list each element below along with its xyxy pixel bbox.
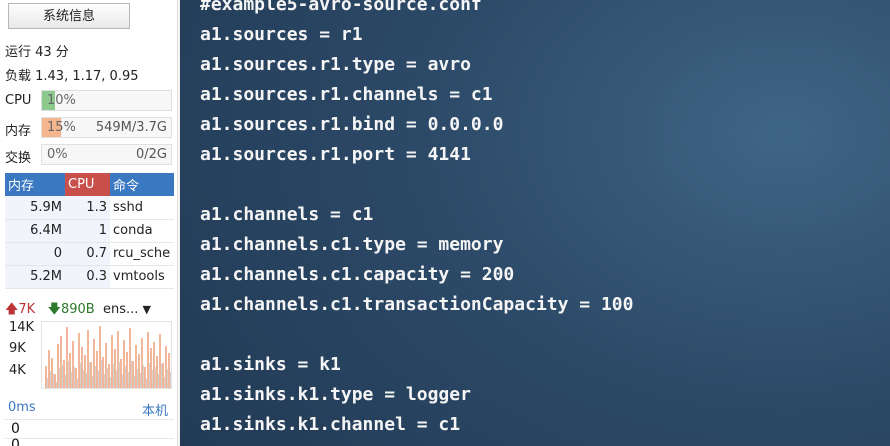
terminal-output[interactable]: #example5-avro-source.conf a1.sources = r… xyxy=(180,0,890,446)
table-row[interactable]: 6.4M 1 conda xyxy=(5,219,174,243)
terminal-line: a1.channels = c1 xyxy=(200,204,374,225)
upload-speed: 7K xyxy=(18,302,36,317)
terminal-line: a1.sources.r1.channels = c1 xyxy=(200,84,493,105)
divider xyxy=(5,419,174,420)
upload-arrow-icon: 🡅 xyxy=(5,302,19,317)
terminal-line: a1.sources.r1.bind = 0.0.0.0 xyxy=(200,114,504,135)
memory-percent: 15% xyxy=(47,120,76,135)
graph-label-low: 4K xyxy=(9,363,26,378)
terminal-line: a1.channels.c1.type = memory xyxy=(200,234,504,255)
network-traffic-graph xyxy=(41,321,172,389)
uptime-text: 运行 43 分 xyxy=(5,45,69,60)
cpu-meter: 10% xyxy=(41,90,172,111)
swap-percent: 0% xyxy=(47,147,68,162)
terminal-line: a1.channels.c1.transactionCapacity = 100 xyxy=(200,294,634,315)
process-command: vmtools xyxy=(110,265,174,289)
load-average-text: 负载 1.43, 1.17, 0.95 xyxy=(5,69,139,84)
column-header-cpu[interactable]: CPU xyxy=(65,173,110,196)
column-header-command[interactable]: 命令 xyxy=(110,173,174,196)
graph-label-high: 14K xyxy=(9,320,35,335)
cpu-percent: 10% xyxy=(47,93,76,108)
process-cpu: 1.3 xyxy=(65,196,110,220)
table-row[interactable]: 5.2M 0.3 vmtools xyxy=(5,265,174,289)
system-info-button[interactable]: 系统信息 xyxy=(8,3,130,29)
network-speed-row: 🡅7K 🡇890B ens... ▼ xyxy=(5,300,151,322)
swap-usage: 0/2G xyxy=(136,147,167,162)
terminal-line: #example5-avro-source.conf xyxy=(200,0,482,15)
terminal-line: a1.sources = r1 xyxy=(200,24,363,45)
process-command: conda xyxy=(110,219,174,243)
process-memory: 0 xyxy=(5,242,65,266)
cpu-label: CPU xyxy=(5,93,32,108)
process-memory: 6.4M xyxy=(5,219,65,243)
table-row[interactable]: 0 0.7 rcu_sche xyxy=(5,242,174,266)
memory-label: 内存 xyxy=(5,124,32,139)
process-command: rcu_sche xyxy=(110,242,174,266)
swap-meter: 0% 0/2G xyxy=(41,144,172,165)
divider xyxy=(5,438,174,439)
process-cpu: 1 xyxy=(65,219,110,243)
process-cpu: 0.7 xyxy=(65,242,110,266)
terminal-line: a1.sinks = k1 xyxy=(200,354,341,375)
terminal-line: a1.sources.r1.type = avro xyxy=(200,54,471,75)
terminal-line: a1.sinks.k1.type = logger xyxy=(200,384,471,405)
graph-label-mid: 9K xyxy=(9,341,26,356)
swap-label: 交换 xyxy=(5,151,32,166)
memory-meter: 15% 549M/3.7G xyxy=(41,117,172,138)
ping-latency: 0ms xyxy=(8,400,36,415)
download-speed: 890B xyxy=(60,302,95,317)
ping-host[interactable]: 本机 xyxy=(142,400,168,419)
system-monitor-panel: 系统信息 运行 43 分 负载 1.43, 1.17, 0.95 CPU 10%… xyxy=(0,0,180,446)
chevron-down-icon[interactable]: ▼ xyxy=(143,303,151,316)
terminal-line: a1.sources.r1.port = 4141 xyxy=(200,144,471,165)
network-interface-select[interactable]: ens... xyxy=(103,302,138,317)
process-cpu: 0.3 xyxy=(65,265,110,289)
process-memory: 5.2M xyxy=(5,265,65,289)
process-command: sshd xyxy=(110,196,174,220)
terminal-line: a1.sinks.k1.channel = c1 xyxy=(200,414,461,435)
counter-value: 0 xyxy=(11,437,20,446)
counter-value: 0 xyxy=(11,421,20,437)
terminal-line: a1.channels.c1.capacity = 200 xyxy=(200,264,515,285)
column-header-memory[interactable]: 内存 xyxy=(5,173,65,196)
traffic-bar-secondary xyxy=(170,372,171,388)
download-arrow-icon: 🡇 xyxy=(47,302,61,317)
memory-usage: 549M/3.7G xyxy=(95,120,167,135)
process-table: 内存 CPU 命令 5.9M 1.3 sshd 6.4M 1 conda 0 0… xyxy=(5,173,174,289)
process-memory: 5.9M xyxy=(5,196,65,220)
table-row[interactable]: 5.9M 1.3 sshd xyxy=(5,196,174,220)
